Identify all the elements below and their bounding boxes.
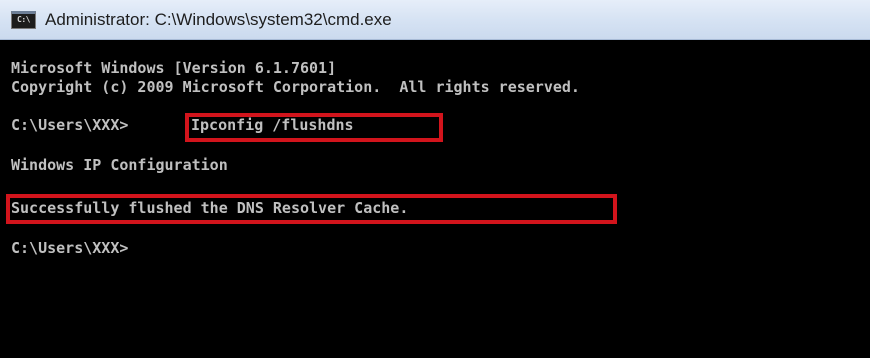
ip-config-line: Windows IP Configuration [11,156,228,174]
command-prompt: C:\Users\XXX> [11,116,129,134]
final-prompt: C:\Users\XXX> [11,239,129,257]
console-area[interactable]: Microsoft Windows [Version 6.1.7601] Cop… [0,40,870,358]
window-title: Administrator: C:\Windows\system32\cmd.e… [45,9,392,29]
success-highlight-box [6,194,617,224]
copyright-line: Copyright (c) 2009 Microsoft Corporation… [11,78,580,96]
title-bar[interactable]: C:\ Administrator: C:\Windows\system32\c… [0,0,870,40]
version-line: Microsoft Windows [Version 6.1.7601] [11,59,337,77]
command-highlight-box [185,113,443,142]
cmd-window: C:\ Administrator: C:\Windows\system32\c… [0,0,870,358]
cmd-icon[interactable]: C:\ [11,10,36,29]
